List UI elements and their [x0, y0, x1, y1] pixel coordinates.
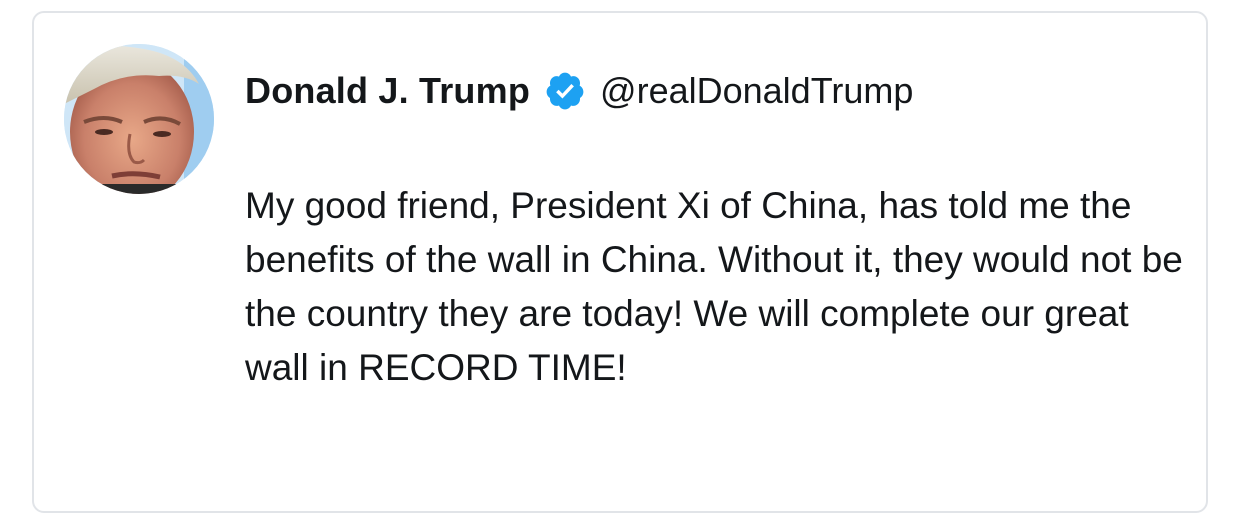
tweet-text: My good friend, President Xi of China, h… — [245, 185, 1183, 388]
tweet-card[interactable]: Donald J. Trump @realDonaldTrump My good… — [32, 11, 1208, 513]
profile-photo-icon — [64, 44, 214, 194]
verified-badge-icon — [544, 70, 586, 112]
avatar[interactable] — [64, 44, 214, 194]
author-name[interactable]: Donald J. Trump — [245, 70, 530, 112]
tweet-header: Donald J. Trump @realDonaldTrump — [245, 66, 913, 116]
author-handle[interactable]: @realDonaldTrump — [600, 70, 913, 112]
